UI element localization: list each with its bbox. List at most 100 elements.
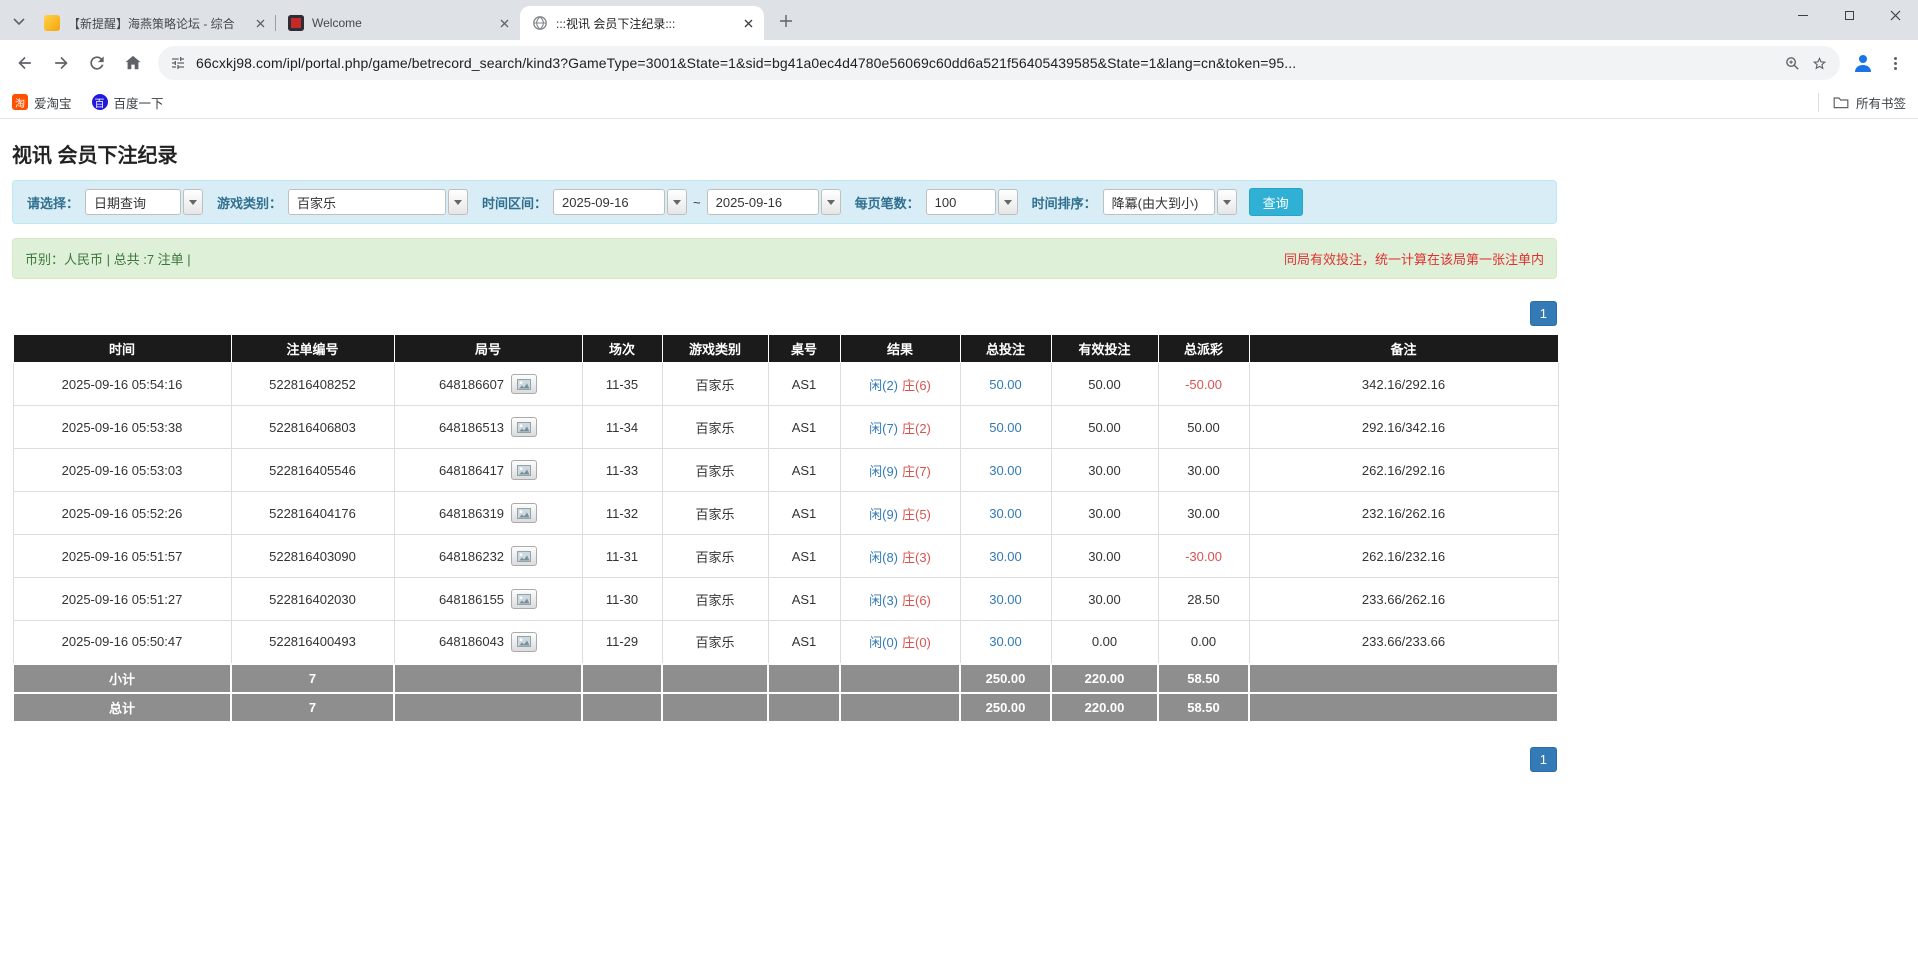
- banker-result: 庄(6): [902, 593, 931, 608]
- banker-result: 庄(3): [902, 550, 931, 565]
- taobao-favicon-icon: 淘: [12, 94, 28, 110]
- date-from-value[interactable]: 2025-09-16: [553, 189, 665, 215]
- browser-tab-forum[interactable]: 【新提醒】海燕策略论坛 - 综合: [32, 6, 276, 40]
- col-header-note: 备注: [1249, 335, 1558, 363]
- round-replay-image-button[interactable]: [511, 589, 537, 609]
- table-row: 2025-09-16 05:53:03 522816405546 6481864…: [13, 449, 1558, 492]
- game-type-value[interactable]: 百家乐: [288, 189, 446, 215]
- query-type-select[interactable]: 日期查询: [85, 189, 203, 215]
- cell-total-bet[interactable]: 30.00: [960, 492, 1051, 535]
- round-replay-image-button[interactable]: [511, 632, 537, 652]
- browser-tab-betrecord[interactable]: :::视讯 会员下注纪录:::: [520, 6, 764, 40]
- subtotal-count: 7: [231, 664, 394, 693]
- tab-title: Welcome: [312, 16, 488, 30]
- round-replay-image-button[interactable]: [511, 503, 537, 523]
- cell-session: 11-33: [582, 449, 662, 492]
- forward-icon[interactable]: [44, 46, 78, 80]
- sort-value[interactable]: 降冪(由大到小): [1103, 189, 1215, 215]
- col-header-time: 时间: [13, 335, 231, 363]
- new-tab-button[interactable]: [772, 7, 800, 35]
- folder-icon: [1833, 95, 1849, 109]
- chevron-down-icon[interactable]: [821, 189, 841, 215]
- back-icon[interactable]: [8, 46, 42, 80]
- zoom-icon[interactable]: [1784, 55, 1801, 72]
- cell-time: 2025-09-16 05:51:57: [13, 535, 231, 578]
- filter-bar: 请选择： 日期查询 游戏类别： 百家乐 时间区间： 2025-09-16 ~ 2…: [12, 180, 1557, 224]
- subtotal-total-bet: 250.00: [960, 664, 1051, 693]
- cell-total-bet[interactable]: 30.00: [960, 578, 1051, 621]
- per-page-select[interactable]: 100: [926, 189, 1018, 215]
- reload-icon[interactable]: [80, 46, 114, 80]
- cell-note: 262.16/232.16: [1249, 535, 1558, 578]
- url-text[interactable]: 66cxkj98.com/ipl/portal.php/game/betreco…: [196, 55, 1774, 71]
- chevron-down-icon[interactable]: [667, 189, 687, 215]
- address-bar[interactable]: 66cxkj98.com/ipl/portal.php/game/betreco…: [158, 46, 1840, 80]
- summary-bar: 币别：人民币 | 总共 :7 注单 | 同局有效投注，统一计算在该局第一张注单内: [12, 238, 1557, 279]
- cell-note: 233.66/233.66: [1249, 621, 1558, 664]
- date-to-select[interactable]: 2025-09-16: [707, 189, 841, 215]
- cell-result: 闲(9)庄(7): [840, 449, 960, 492]
- currency-summary: 币别：人民币 | 总共 :7 注单 |: [25, 249, 191, 268]
- cell-bet-id: 522816400493: [231, 621, 394, 664]
- home-icon[interactable]: [116, 46, 150, 80]
- page-1-button[interactable]: 1: [1530, 747, 1557, 772]
- cell-total-bet[interactable]: 30.00: [960, 621, 1051, 664]
- player-result: 闲(3): [869, 593, 898, 608]
- tab-close-icon[interactable]: [740, 15, 756, 31]
- cell-valid-bet: 30.00: [1051, 578, 1158, 621]
- bookmark-baidu[interactable]: 百 百度一下: [92, 93, 164, 112]
- close-button[interactable]: [1872, 0, 1918, 30]
- cell-total-bet[interactable]: 30.00: [960, 449, 1051, 492]
- cell-round: 648186319: [394, 492, 582, 535]
- site-settings-icon[interactable]: [170, 55, 186, 71]
- total-row: 总计 7 250.00 220.00 58.50: [13, 693, 1558, 722]
- cell-valid-bet: 50.00: [1051, 363, 1158, 406]
- chevron-down-icon[interactable]: [183, 189, 203, 215]
- date-to-value[interactable]: 2025-09-16: [707, 189, 819, 215]
- date-from-select[interactable]: 2025-09-16: [553, 189, 687, 215]
- bookmark-label: 百度一下: [114, 93, 164, 112]
- cell-total-bet[interactable]: 30.00: [960, 535, 1051, 578]
- welcome-favicon-icon: [288, 15, 304, 31]
- cell-note: 262.16/292.16: [1249, 449, 1558, 492]
- maximize-button[interactable]: [1826, 0, 1872, 30]
- profile-avatar[interactable]: [1848, 48, 1878, 78]
- bookmark-taobao[interactable]: 淘 爱淘宝: [12, 93, 72, 112]
- round-replay-image-button[interactable]: [511, 417, 537, 437]
- table-row: 2025-09-16 05:53:38 522816406803 6481865…: [13, 406, 1558, 449]
- menu-kebab-icon[interactable]: [1880, 48, 1910, 78]
- cell-payout: 50.00: [1158, 406, 1249, 449]
- browser-tab-welcome[interactable]: Welcome: [276, 6, 520, 40]
- pagination-top: 1: [12, 301, 1557, 326]
- subtotal-valid-bet: 220.00: [1051, 664, 1158, 693]
- cell-bet-id: 522816405546: [231, 449, 394, 492]
- tab-close-icon[interactable]: [252, 15, 268, 31]
- subtotal-row: 小计 7 250.00 220.00 58.50: [13, 664, 1558, 693]
- game-type-select[interactable]: 百家乐: [288, 189, 468, 215]
- per-page-value[interactable]: 100: [926, 189, 996, 215]
- round-replay-image-button[interactable]: [511, 460, 537, 480]
- cell-valid-bet: 0.00: [1051, 621, 1158, 664]
- sort-select[interactable]: 降冪(由大到小): [1103, 189, 1237, 215]
- search-button[interactable]: 查询: [1249, 188, 1303, 216]
- bookmark-star-icon[interactable]: [1811, 55, 1828, 72]
- cell-total-bet[interactable]: 50.00: [960, 406, 1051, 449]
- tab-title: :::视讯 会员下注纪录:::: [556, 15, 732, 32]
- chevron-down-icon[interactable]: [998, 189, 1018, 215]
- minimize-button[interactable]: [1780, 0, 1826, 30]
- round-replay-image-button[interactable]: [511, 546, 537, 566]
- page-1-button[interactable]: 1: [1530, 301, 1557, 326]
- sort-label: 时间排序：: [1032, 193, 1097, 212]
- chevron-down-icon[interactable]: [448, 189, 468, 215]
- tab-search-chevron-icon[interactable]: [6, 8, 32, 36]
- chevron-down-icon[interactable]: [1217, 189, 1237, 215]
- tab-close-icon[interactable]: [496, 15, 512, 31]
- bet-records-table: 时间 注单编号 局号 场次 游戏类别 桌号 结果 总投注 有效投注 总派彩 备注…: [12, 334, 1559, 723]
- round-replay-image-button[interactable]: [511, 374, 537, 394]
- all-bookmarks-button[interactable]: 所有书签: [1818, 93, 1906, 112]
- cell-total-bet[interactable]: 50.00: [960, 363, 1051, 406]
- baidu-favicon-icon: 百: [92, 94, 108, 110]
- cell-session: 11-29: [582, 621, 662, 664]
- cell-session: 11-31: [582, 535, 662, 578]
- query-type-value[interactable]: 日期查询: [85, 189, 181, 215]
